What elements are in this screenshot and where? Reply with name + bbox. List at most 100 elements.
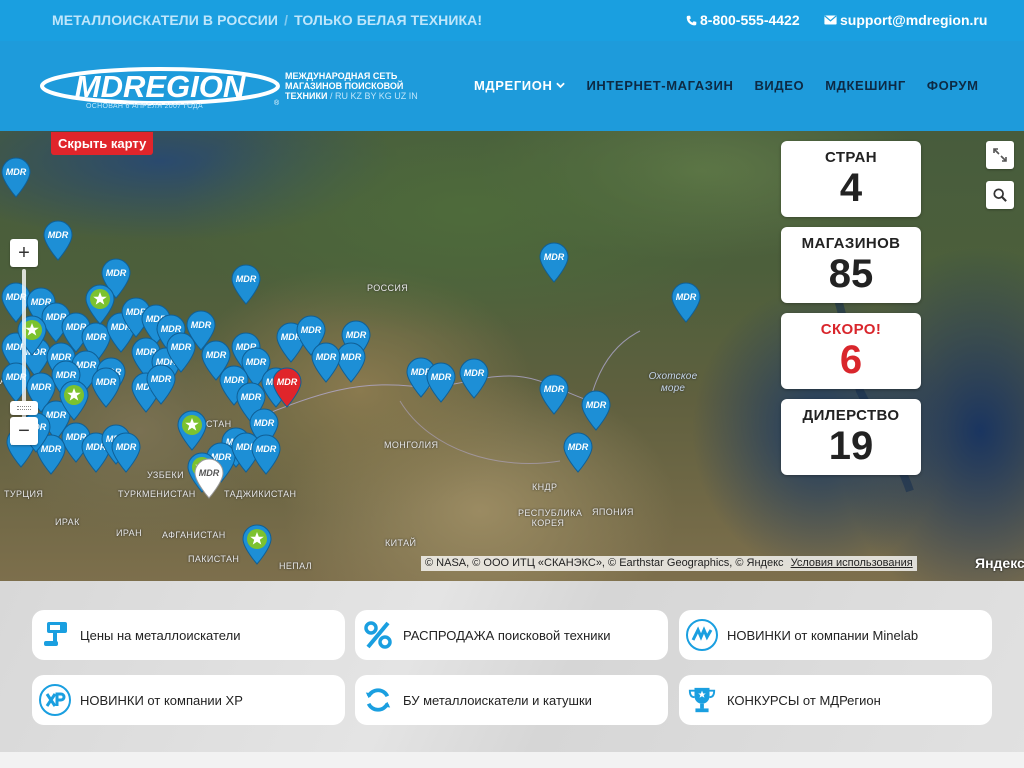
stat-label: СТРАН xyxy=(825,149,877,166)
map-label-japan: ЯПОНИЯ xyxy=(592,507,634,517)
pin-label: MDR xyxy=(586,400,607,410)
store-pin[interactable]: MDR xyxy=(425,361,457,403)
logo-tagline: МЕЖДУНАРОДНАЯ СЕТЬ МАГАЗИНОВ ПОИСКОВОЙ Т… xyxy=(285,71,445,101)
store-pin[interactable]: MDR xyxy=(538,373,570,415)
store-pin[interactable]: MDR xyxy=(538,241,570,283)
stat-value: 6 xyxy=(839,338,863,382)
map-label-iraq: ИРАК xyxy=(55,517,80,527)
map-label-pakistan: ПАКИСТАН xyxy=(188,554,240,564)
zoom-in-button[interactable]: + xyxy=(10,239,38,267)
store-pin[interactable]: MDR xyxy=(580,389,612,431)
fullscreen-button[interactable] xyxy=(986,141,1014,169)
phone-link[interactable]: 8-800-555-4422 xyxy=(686,12,800,28)
pin-label: MDR xyxy=(341,352,362,362)
pin-label: MDR xyxy=(254,418,275,428)
nav-label: ВИДЕО xyxy=(754,78,805,93)
map-label-korea: РЕСПУБЛИКА КОРЕЯ xyxy=(518,508,583,528)
header: MDREGION ® ОСНОВАН 6 АПРЕЛЯ 2007 ГОДА МЕ… xyxy=(0,41,1024,131)
mail-icon xyxy=(824,15,837,25)
map-label-afghanistan: АФГАНИСТАН xyxy=(162,530,226,540)
store-pin[interactable]: MDR xyxy=(90,366,122,408)
dealer-pin[interactable] xyxy=(241,523,273,565)
stat-value: 85 xyxy=(828,252,874,296)
stat-dealership: ДИЛЕРСТВО 19 xyxy=(781,399,921,475)
stat-value: 19 xyxy=(828,424,874,468)
nav-item-shop[interactable]: ИНТЕРНЕТ-МАГАЗИН xyxy=(586,78,733,93)
zoom-control: + − xyxy=(10,239,38,449)
pin-label: MDR xyxy=(48,230,69,240)
pin-label: MDR xyxy=(151,374,172,384)
map-label-china: КИТАЙ xyxy=(385,538,417,548)
link-card-xp[interactable]: НОВИНКИ от компании XP xyxy=(32,675,345,725)
minelab-icon xyxy=(685,618,719,652)
stat-stores: МАГАЗИНОВ 85 xyxy=(781,227,921,303)
current-location-pin[interactable]: MDR xyxy=(271,366,303,408)
zoom-slider[interactable] xyxy=(22,269,26,419)
nav-item-mdregion[interactable]: МДРЕГИОН xyxy=(474,78,566,93)
pin-label: MDR xyxy=(171,342,192,352)
store-pin[interactable]: MDR xyxy=(0,156,32,198)
coming-soon-pin[interactable]: MDR xyxy=(193,457,225,499)
link-label: НОВИНКИ от компании Minelab xyxy=(727,627,919,643)
stat-value: 4 xyxy=(839,166,863,210)
link-card-prices[interactable]: Цены на металлоискатели xyxy=(32,610,345,660)
stat-countries: СТРАН 4 xyxy=(781,141,921,217)
nav-item-forum[interactable]: ФОРУМ xyxy=(927,78,979,93)
pin-label: MDR xyxy=(236,274,257,284)
store-map[interactable]: РОССИЯ МОНГОЛИЯ КИТАЙ СТАН УЗБЕКИ ТУРКМЕ… xyxy=(0,131,1024,581)
main-nav: МДРЕГИОН ИНТЕРНЕТ-МАГАЗИН ВИДЕО МДКЕШИНГ… xyxy=(474,78,1000,93)
pin-label: MDR xyxy=(241,392,262,402)
link-label: КОНКУРСЫ от МДРегион xyxy=(727,692,881,708)
store-pin[interactable]: MDR xyxy=(42,219,74,261)
slogan: МЕТАЛЛОИСКАТЕЛИ В РОССИИ / ТОЛЬКО БЕЛАЯ … xyxy=(52,12,482,28)
slogan-part-2: ТОЛЬКО БЕЛАЯ ТЕХНИКА! xyxy=(294,12,483,28)
zoom-out-button[interactable]: − xyxy=(10,417,38,445)
nav-item-mdcaching[interactable]: МДКЕШИНГ xyxy=(825,78,906,93)
link-label: Цены на металлоискатели xyxy=(80,627,241,643)
percent-icon xyxy=(361,618,395,652)
store-pin[interactable]: MDR xyxy=(110,431,142,473)
store-pin[interactable]: MDR xyxy=(310,341,342,383)
stat-coming-soon: СКОРО! 6 xyxy=(781,313,921,389)
map-label-nepal: НЕПАЛ xyxy=(279,561,313,571)
top-bar: МЕТАЛЛОИСКАТЕЛИ В РОССИИ / ТОЛЬКО БЕЛАЯ … xyxy=(0,0,1024,41)
store-pin[interactable]: MDR xyxy=(562,431,594,473)
link-card-sale[interactable]: РАСПРОДАЖА поисковой техники xyxy=(355,610,668,660)
link-card-used[interactable]: БУ металлоискатели и катушки xyxy=(355,675,668,725)
store-pin[interactable]: MDR xyxy=(250,433,282,475)
map-search-button[interactable] xyxy=(986,181,1014,209)
map-label-dprk: КНДР xyxy=(532,482,558,492)
pin-label: MDR xyxy=(301,325,322,335)
pin-label: MDR xyxy=(316,352,337,362)
pin-label: MDR xyxy=(116,442,137,452)
email-address: support@mdregion.ru xyxy=(840,12,988,28)
hide-map-button[interactable]: Скрыть карту xyxy=(51,132,154,155)
pin-label: MDR xyxy=(256,444,277,454)
link-label: НОВИНКИ от компании XP xyxy=(80,692,243,708)
store-pin[interactable]: MDR xyxy=(145,363,177,405)
tagline-countries: / RU KZ BY KG UZ IN xyxy=(329,91,418,101)
copyright-text: © NASA, © ООО ИТЦ «СКАНЭКС», © Earthstar… xyxy=(425,557,784,569)
dealer-pin[interactable] xyxy=(176,409,208,451)
map-copyright: © NASA, © ООО ИТЦ «СКАНЭКС», © Earthstar… xyxy=(421,556,917,571)
map-label-turkmenistan: ТУРКМЕНИСТАН xyxy=(118,489,196,499)
logo-text: MDREGION xyxy=(75,69,246,104)
tagline-line-3: ТЕХНИКИ xyxy=(285,91,328,101)
pin-label: MDR xyxy=(191,320,212,330)
stat-label: МАГАЗИНОВ xyxy=(801,235,901,252)
email-link[interactable]: support@mdregion.ru xyxy=(824,12,987,28)
dealer-pin[interactable] xyxy=(58,379,90,421)
zoom-handle[interactable] xyxy=(10,401,38,415)
store-pin[interactable]: MDR xyxy=(230,263,262,305)
store-pin[interactable]: MDR xyxy=(458,357,490,399)
link-card-contests[interactable]: КОНКУРСЫ от МДРегион xyxy=(679,675,992,725)
store-pin[interactable]: MDR xyxy=(670,281,702,323)
link-card-minelab[interactable]: НОВИНКИ от компании Minelab xyxy=(679,610,992,660)
terms-of-use-link[interactable]: Условия использования xyxy=(791,557,913,569)
phone-number: 8-800-555-4422 xyxy=(700,12,800,28)
footer-strip xyxy=(0,752,1024,768)
pin-label: MDR xyxy=(96,377,117,387)
nav-item-video[interactable]: ВИДЕО xyxy=(754,78,804,93)
map-label-tajikistan: ТАДЖИКИСТАН xyxy=(224,489,297,499)
dealer-pin[interactable] xyxy=(84,283,116,325)
